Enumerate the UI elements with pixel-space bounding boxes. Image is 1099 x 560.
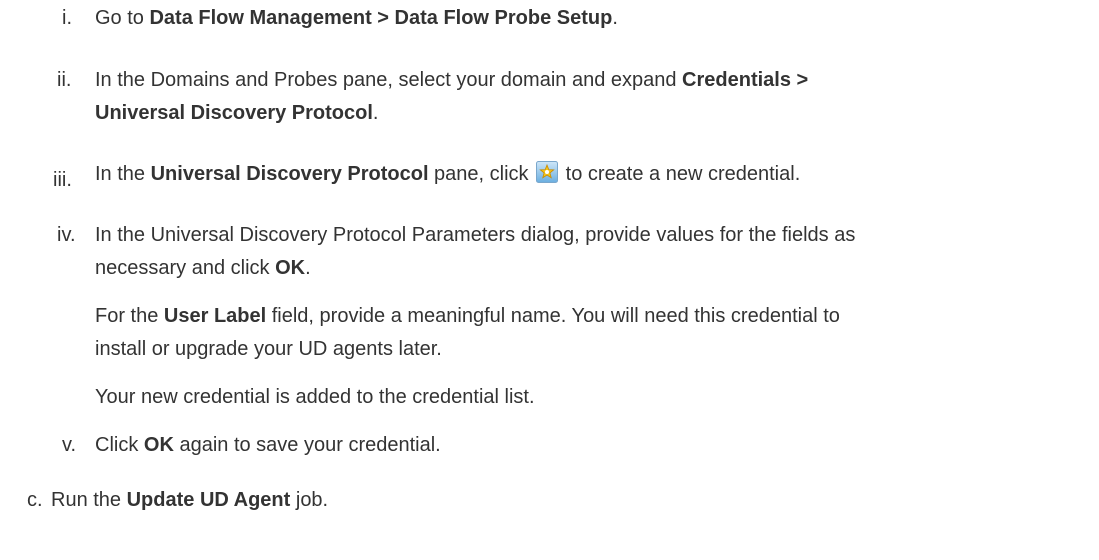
step-v-post: again to save your credential.: [173, 434, 441, 456]
step-c-pre: Run the: [51, 489, 127, 511]
step-ii-line2: Universal Discovery Protocol.: [95, 97, 378, 129]
step-ii-line2-bold: Universal Discovery Protocol: [95, 102, 373, 124]
step-c-post: job.: [290, 489, 329, 511]
step-v-text: Click OK again to save your credential.: [95, 429, 441, 461]
step-iii-mid: pane, click: [428, 163, 535, 185]
step-iv-line2: necessary and click OK.: [95, 252, 311, 284]
step-iii-post: to create a new credential.: [560, 163, 801, 185]
step-i-post: .: [612, 7, 618, 29]
step-iv-para1-pre: For the: [95, 305, 164, 327]
step-v-number: v.: [62, 434, 77, 456]
step-iii-pre: In the: [95, 163, 151, 185]
step-ii-line2-post: .: [372, 102, 379, 124]
step-v-bold: OK: [143, 434, 174, 456]
step-iv-para2: Your new credential is added to the cred…: [95, 386, 535, 408]
step-iv-line2-post: .: [305, 257, 311, 279]
step-c-text: Run the Update UD Agent job.: [51, 484, 328, 516]
step-ii-line1-pre: In the Domains and Probes pane, select y…: [95, 69, 683, 91]
step-c-number: c.: [27, 489, 43, 511]
step-iv-para1-line2: install or upgrade your UD agents later.: [95, 338, 442, 360]
step-iv-line1: In the Universal Discovery Protocol Para…: [95, 224, 856, 246]
step-i-pre: Go to: [95, 7, 150, 29]
step-c-bold: Update UD Agent: [126, 489, 291, 511]
step-v-pre: Click: [95, 434, 144, 456]
step-ii-line1: In the Domains and Probes pane, select y…: [95, 64, 808, 96]
step-ii-line1-bold: Credentials >: [682, 69, 809, 91]
step-i-text: Go to Data Flow Management > Data Flow P…: [95, 2, 618, 34]
step-iii-number: iii.: [53, 169, 72, 191]
step-iv-para1-line1: For the User Label field, provide a mean…: [95, 300, 840, 332]
new-item-icon: [536, 161, 559, 183]
step-iv-para1-bold: User Label: [163, 305, 267, 327]
step-iii-bold: Universal Discovery Protocol: [150, 163, 429, 185]
step-iv-line2-pre: necessary and click: [95, 257, 276, 279]
step-iv-para1-post: field, provide a meaningful name. You wi…: [266, 305, 840, 327]
step-iv-line2-bold: OK: [275, 257, 306, 279]
step-ii-number: ii.: [57, 69, 72, 91]
step-i-number: i.: [62, 7, 72, 29]
step-iv-number: iv.: [57, 224, 76, 246]
step-iii-text: In the Universal Discovery Protocol pane…: [95, 158, 800, 190]
step-i-bold: Data Flow Management > Data Flow Probe S…: [149, 7, 613, 29]
